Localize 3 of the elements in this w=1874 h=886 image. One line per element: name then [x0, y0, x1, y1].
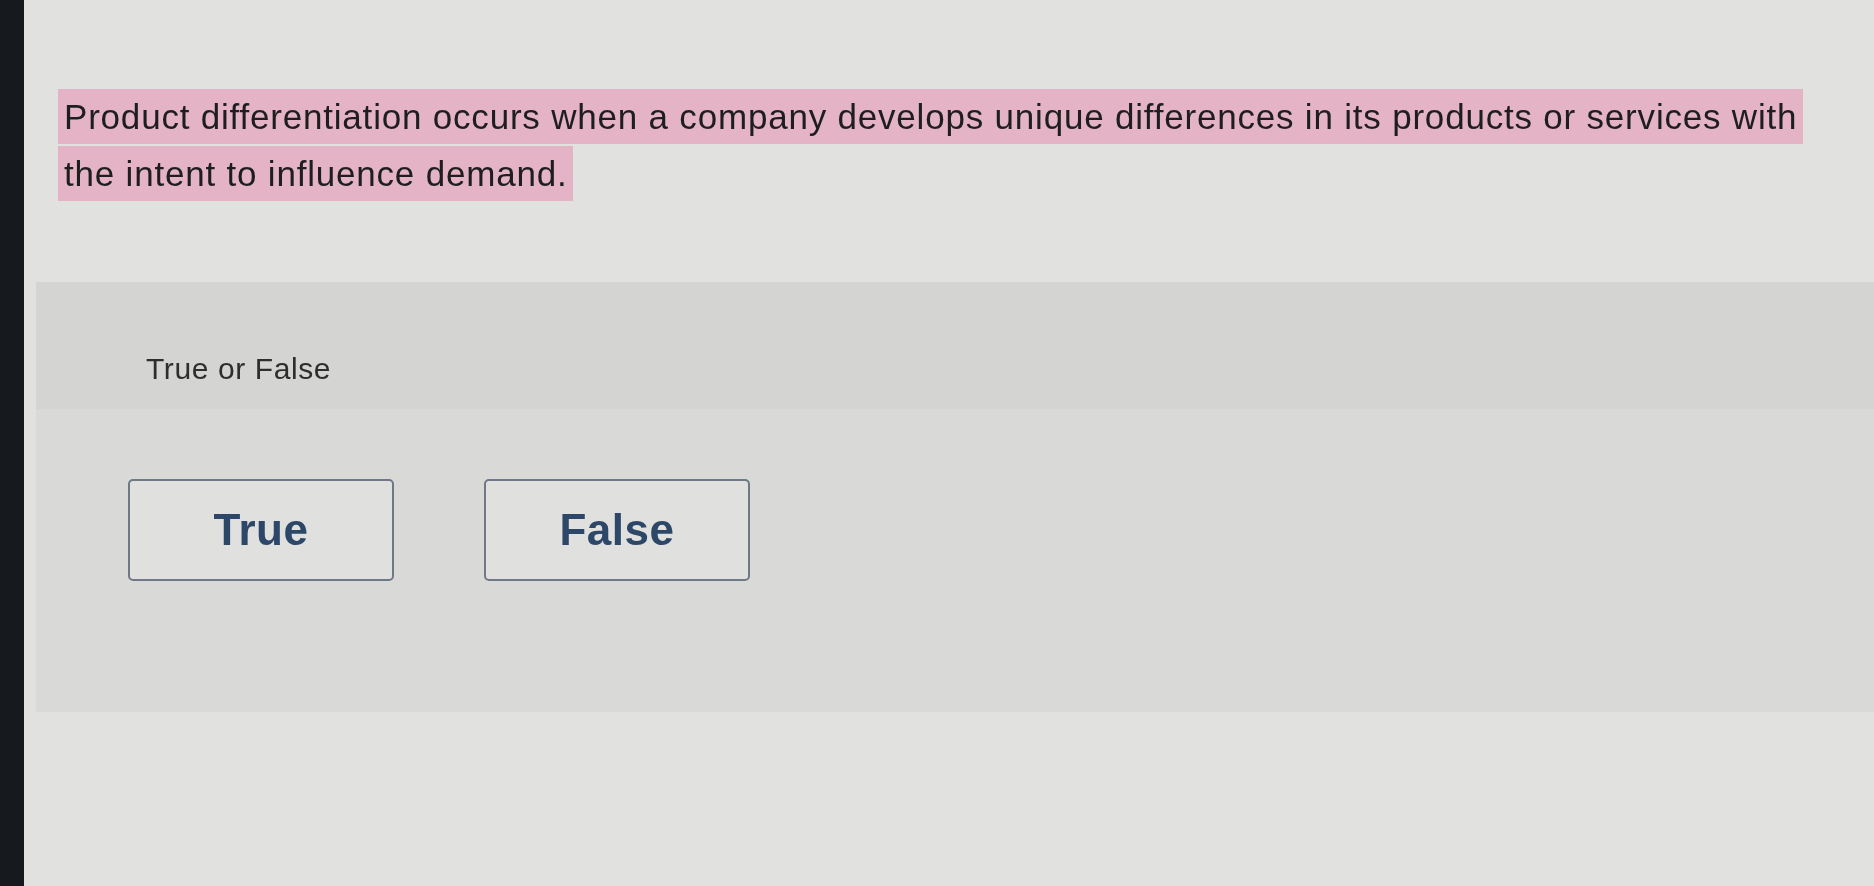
prompt-text: True or False	[146, 352, 332, 385]
answer-option-button[interactable]: False	[484, 479, 750, 581]
answer-option-button[interactable]: True	[128, 479, 394, 581]
